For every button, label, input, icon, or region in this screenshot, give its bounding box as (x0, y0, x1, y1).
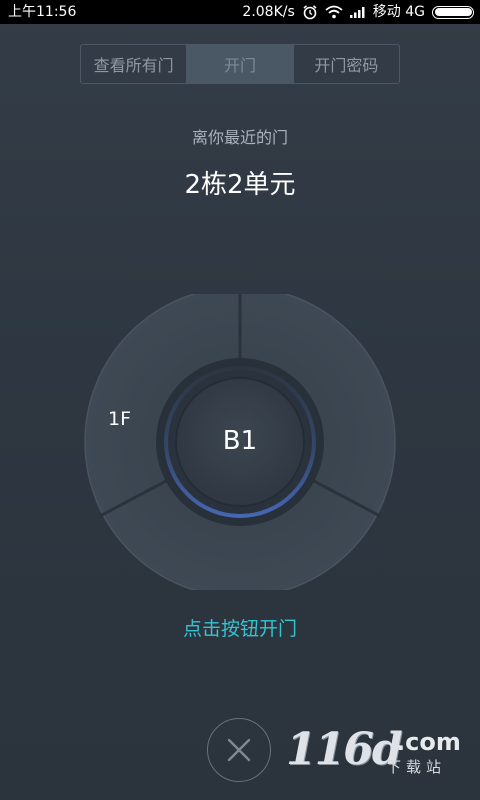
status-icons: 2.08K/s 移动 4G (242, 0, 474, 24)
close-button[interactable] (207, 718, 271, 782)
watermark-sub: 下载站 (386, 758, 447, 776)
network-speed: 2.08K/s (242, 4, 295, 20)
alarm-icon (302, 4, 318, 20)
floor-dial: 1F B1 (82, 294, 398, 590)
status-bar: 上午11:56 2.08K/s 移动 4G (0, 0, 480, 24)
tab-open-door[interactable]: 开门 (187, 45, 294, 83)
wifi-icon (325, 5, 343, 19)
watermark-main: 116d (286, 724, 403, 775)
tab-all-doors[interactable]: 查看所有门 (81, 45, 188, 83)
carrier-label: 移动 4G (372, 4, 425, 20)
floor-option-1f[interactable]: 1F (108, 408, 131, 430)
status-time: 上午11:56 (8, 4, 77, 20)
tab-door-password[interactable]: 开门密码 (294, 45, 399, 83)
open-door-hint: 点击按钮开门 (182, 618, 297, 640)
nearest-door-label: 离你最近的门 (191, 128, 288, 147)
door-tabs: 查看所有门 开门 开门密码 (80, 44, 400, 84)
app-screen: 上午11:56 2.08K/s 移动 4G 查看所有门 开门 开门密码 离你最近… (0, 0, 480, 800)
battery-icon (432, 5, 474, 19)
battery-level (434, 8, 472, 16)
close-icon (227, 738, 251, 762)
door-name: 2栋2单元 (184, 170, 296, 200)
watermark-logo: 116d .com 下载站 (286, 724, 476, 794)
signal-icon (349, 6, 366, 18)
open-door-button[interactable]: B1 (182, 383, 298, 499)
current-floor-label: B1 (222, 426, 258, 456)
watermark-suffix: .com (396, 728, 461, 756)
